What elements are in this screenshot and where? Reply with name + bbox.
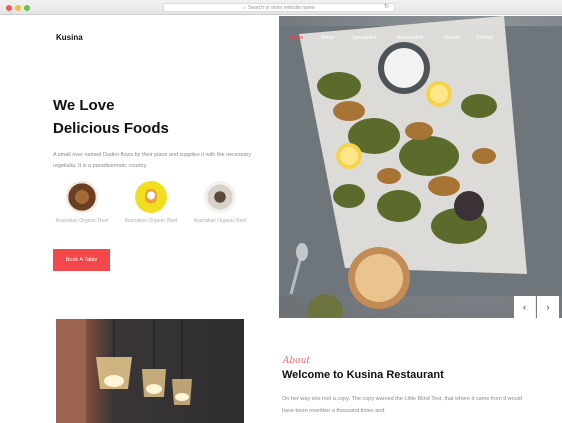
feature-image [135, 181, 167, 213]
minimize-window-icon[interactable] [15, 5, 21, 11]
hero-title-line-1: We Love [53, 97, 115, 114]
nav-item-home[interactable]: Home [290, 35, 303, 41]
feature-image [66, 181, 98, 213]
restaurant-interior-image [56, 319, 244, 423]
feature-label: Australian Organic Beef [55, 218, 109, 224]
slider-next-button[interactable]: › [537, 296, 559, 318]
nav-item-contact[interactable]: Contact [476, 35, 493, 41]
site-logo[interactable]: Kusina [56, 33, 83, 42]
feature-item: Australian Organic Beef [121, 181, 181, 225]
feature-label: Australian Organic Beef [193, 218, 247, 224]
maximize-window-icon[interactable] [24, 5, 30, 11]
browser-toolbar: ⌕ Search or enter website name ↻ [0, 0, 562, 15]
hero-description: A small river named Duden flows by their… [53, 152, 252, 169]
chevron-left-icon: ‹ [523, 302, 526, 312]
nav-item-specialties[interactable]: Specialties [352, 35, 376, 41]
hero-title-line-2: Delicious Foods [53, 120, 169, 137]
hero-food-image [279, 16, 562, 318]
address-bar[interactable]: ⌕ Search or enter website name [163, 3, 395, 12]
feature-image [204, 181, 236, 213]
nav-item-about[interactable]: About [321, 35, 334, 41]
search-icon: ⌕ [243, 5, 247, 11]
feature-label: Australian Organic Beef [124, 218, 178, 224]
hero-title: We Love Delicious Foods [53, 94, 169, 140]
book-table-button[interactable]: Book A Table [53, 249, 110, 271]
lamps-illustration [56, 319, 192, 423]
feature-item: Australian Organic Beef [52, 181, 112, 225]
about-title: Welcome to Kusina Restaurant [282, 369, 444, 381]
reload-icon[interactable]: ↻ [384, 3, 389, 11]
nav-item-stories[interactable]: Stories [444, 35, 460, 41]
slider-prev-button[interactable]: ‹ [514, 296, 536, 318]
food-illustration [279, 16, 562, 318]
chevron-right-icon: › [546, 302, 550, 312]
about-text: On her way she met a copy. The copy warn… [282, 396, 522, 414]
address-placeholder: Search or enter website name [248, 5, 315, 11]
nav-item-reservation[interactable]: Reservation [397, 35, 424, 41]
feature-item: Australian Organic Beef [190, 181, 250, 225]
about-script-heading: About [283, 356, 311, 366]
close-window-icon[interactable] [6, 5, 12, 11]
